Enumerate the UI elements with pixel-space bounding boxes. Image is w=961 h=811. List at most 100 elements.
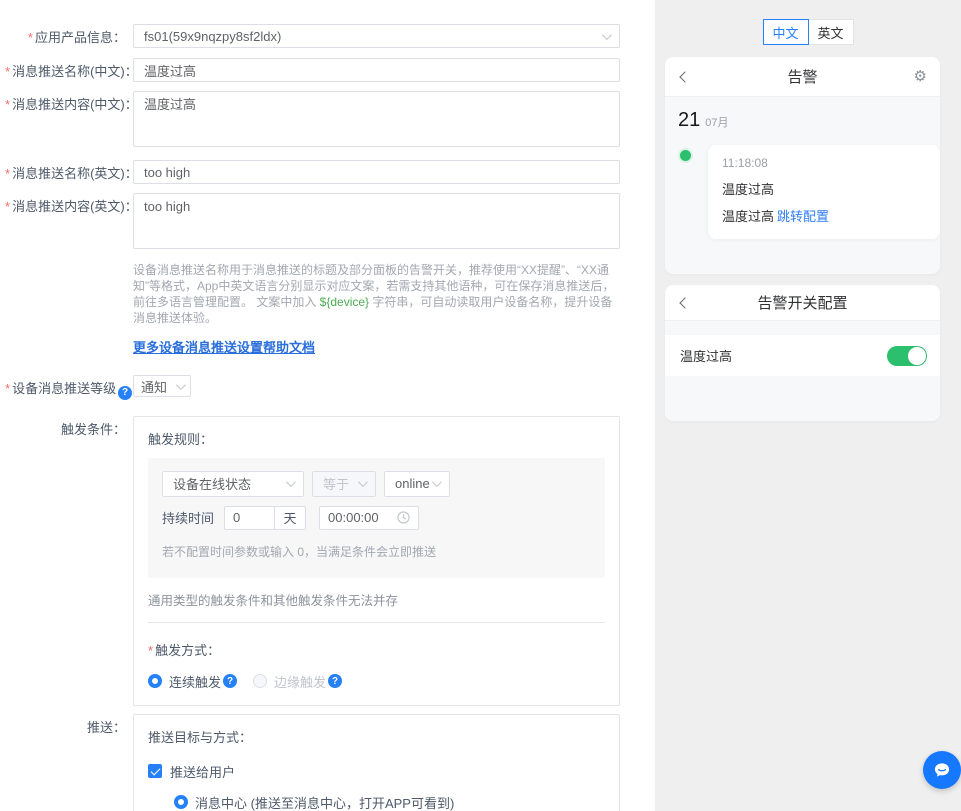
divider <box>148 622 605 623</box>
tab-chinese[interactable]: 中文 <box>763 19 809 45</box>
required-asterisk: * <box>5 64 10 79</box>
alarm-title: 告警 <box>787 66 817 87</box>
trigger-value-select[interactable]: online <box>384 471 450 497</box>
chevron-down-icon <box>358 477 368 487</box>
duration-unit: 天 <box>274 506 306 530</box>
content-cn-row: *消息推送内容(中文)： 温度过高 <box>5 91 655 152</box>
name-cn-label: *消息推送名称(中文)： <box>5 58 133 82</box>
alert-name: 温度过高 <box>722 179 926 198</box>
alarm-switch-label: 温度过高 <box>680 346 732 365</box>
trigger-condition-value: 设备在线状态 <box>173 474 251 493</box>
chat-bubble-icon <box>932 760 952 780</box>
trigger-condition-select[interactable]: 设备在线状态 <box>162 471 304 497</box>
switch-config-header: 告警开关配置 <box>665 285 940 321</box>
required-asterisk: * <box>148 643 153 658</box>
back-chevron-icon[interactable] <box>679 71 690 82</box>
push-box: 推送目标与方式： 推送给用户 消息中心 (推送至消息中心，打开APP可看到) 应… <box>133 714 620 811</box>
help-question-icon[interactable] <box>223 674 237 688</box>
trigger-condition-label: 触发条件： <box>5 416 133 706</box>
content-en-row: *消息推送内容(英文)： too high <box>5 193 655 254</box>
trigger-rule-box: 设备在线状态 等于 online 持续时间 <box>148 458 605 578</box>
push-level-value: 通知 <box>141 377 167 396</box>
edge-trigger-radio[interactable] <box>253 674 267 688</box>
product-select[interactable]: fs01(59x9nqzpy8sf2ldx) <box>133 24 620 48</box>
required-asterisk: * <box>5 199 10 214</box>
name-en-label: *消息推送名称(英文)： <box>5 160 133 184</box>
help-question-icon[interactable] <box>118 386 132 400</box>
switch-config-body: 温度过高 <box>665 321 940 421</box>
push-config-form: *应用产品信息： fs01(59x9nqzpy8sf2ldx) *消息推送名称(… <box>0 0 655 811</box>
push-to-user-label: 推送给用户 <box>170 762 235 781</box>
content-en-textarea[interactable]: too high <box>133 193 620 249</box>
name-en-input[interactable] <box>133 160 620 184</box>
alarm-switch-card: 告警开关配置 温度过高 <box>665 285 940 421</box>
push-level-row: *设备消息推送等级： 通知 <box>5 375 655 400</box>
alarm-toggle[interactable] <box>887 346 927 366</box>
alert-card: 11:18:08 温度过高 温度过高跳转配置 <box>708 145 940 239</box>
alert-time: 11:18:08 <box>722 156 926 170</box>
push-label: 推送： <box>5 714 133 811</box>
push-row: 推送： 推送目标与方式： 推送给用户 消息中心 (推送至消息中心，打开APP可看… <box>5 714 655 811</box>
product-label: *应用产品信息： <box>5 24 133 48</box>
required-asterisk: * <box>5 97 10 112</box>
content-cn-textarea[interactable]: 温度过高 <box>133 91 620 147</box>
alert-content: 温度过高跳转配置 <box>722 206 926 225</box>
message-push-config-page: *应用产品信息： fs01(59x9nqzpy8sf2ldx) *消息推送名称(… <box>0 0 961 811</box>
trigger-condition-box: 触发规则： 设备在线状态 等于 online <box>133 416 620 706</box>
gear-icon[interactable] <box>914 69 927 84</box>
duration-input[interactable] <box>224 506 274 530</box>
duration-time-input[interactable]: 00:00:00 <box>319 506 419 530</box>
content-en-label: *消息推送内容(英文)： <box>5 193 133 254</box>
trigger-operator-value: 等于 <box>323 474 349 493</box>
name-cn-input[interactable] <box>133 58 620 82</box>
alarm-switch-row: 温度过高 <box>665 335 940 376</box>
trigger-rule-title: 触发规则： <box>148 429 605 448</box>
tab-english[interactable]: 英文 <box>808 19 854 45</box>
alert-row: 11:18:08 温度过高 温度过高跳转配置 <box>665 145 940 239</box>
description-row: 设备消息推送名称用于消息推送的标题及部分面板的告警开关，推荐使用“XX提醒”、“… <box>5 254 655 357</box>
continuous-trigger-label: 连续触发 <box>169 672 221 691</box>
alarm-header: 告警 <box>665 57 940 97</box>
device-variable: ${device} <box>320 295 369 309</box>
message-center-option: 消息中心 (推送至消息中心，打开APP可看到) <box>174 793 605 811</box>
name-en-row: *消息推送名称(英文)： <box>5 160 655 184</box>
message-center-label: 消息中心 (推送至消息中心，打开APP可看到) <box>195 793 454 811</box>
trigger-condition-row: 触发条件： 触发规则： 设备在线状态 等于 online <box>5 416 655 706</box>
push-target-title: 推送目标与方式： <box>148 727 605 746</box>
message-center-radio[interactable] <box>174 795 188 809</box>
required-asterisk: * <box>5 166 10 181</box>
date-day: 21 <box>678 109 700 132</box>
required-asterisk: * <box>28 30 33 45</box>
product-select-value: fs01(59x9nqzpy8sf2ldx) <box>144 29 281 44</box>
continuous-trigger-radio[interactable] <box>148 674 162 688</box>
language-tabs: 中文 英文 <box>655 19 961 45</box>
trigger-mode-label: *触发方式： <box>148 640 605 659</box>
push-level-label: *设备消息推送等级： <box>5 375 133 400</box>
app-preview-panel: 中文 英文 告警 21 07月 11:18:08 温度过高 <box>655 0 961 811</box>
name-cn-row: *消息推送名称(中文)： <box>5 58 655 82</box>
back-chevron-icon[interactable] <box>679 297 690 308</box>
duration-time-value: 00:00:00 <box>328 510 379 525</box>
push-name-description: 设备消息推送名称用于消息推送的标题及部分面板的告警开关，推荐使用“XX提醒”、“… <box>133 262 620 326</box>
help-doc-link[interactable]: 更多设备消息推送设置帮助文档 <box>133 337 315 356</box>
push-to-user-checkbox[interactable] <box>148 764 162 778</box>
toggle-knob <box>908 347 926 365</box>
jump-config-link[interactable]: 跳转配置 <box>777 209 829 224</box>
push-level-select[interactable]: 通知 <box>133 375 191 397</box>
trigger-operator-select: 等于 <box>312 471 376 497</box>
duration-label: 持续时间 <box>162 508 214 527</box>
date-line: 21 07月 <box>665 109 940 132</box>
trigger-value: online <box>395 476 430 491</box>
product-row: *应用产品信息： fs01(59x9nqzpy8sf2ldx) <box>5 24 655 48</box>
alarm-body: 21 07月 11:18:08 温度过高 温度过高跳转配置 <box>665 97 940 274</box>
chevron-down-icon <box>602 30 612 40</box>
exclusive-note: 通用类型的触发条件和其他触发条件无法并存 <box>148 590 605 609</box>
clock-icon <box>397 511 410 524</box>
support-chat-button[interactable] <box>923 751 961 789</box>
switch-config-title: 告警开关配置 <box>757 292 847 313</box>
duration-note: 若不配置时间参数或输入 0，当满足条件会立即推送 <box>162 543 591 560</box>
alarm-preview-card: 告警 21 07月 11:18:08 温度过高 温度过高跳转配置 <box>665 57 940 274</box>
chevron-down-icon <box>432 477 442 487</box>
date-month: 07月 <box>705 114 728 130</box>
help-question-icon[interactable] <box>328 674 342 688</box>
